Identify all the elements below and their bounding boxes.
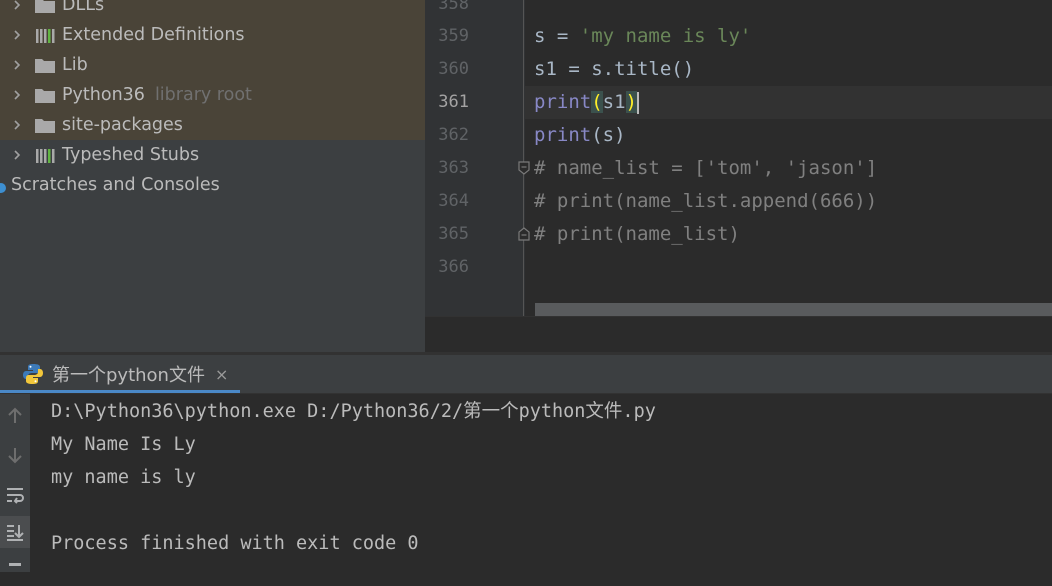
project-tree-panel: DLLs Extended Definitions Lib Python36 l… <box>0 0 425 352</box>
code-token: = <box>545 25 580 47</box>
folder-icon <box>35 0 55 13</box>
chevron-right-icon[interactable] <box>0 59 34 71</box>
tree-item-extended-definitions[interactable]: Extended Definitions <box>0 20 425 50</box>
tree-item-lib[interactable]: Lib <box>0 50 425 80</box>
code-string: 'my name is ly' <box>579 25 752 47</box>
code-keyword: print <box>534 124 592 146</box>
console-line-exit-status: Process finished with exit code 0 <box>51 533 419 554</box>
up-arrow-icon[interactable] <box>0 400 30 432</box>
line-number: 360 <box>438 59 469 79</box>
folder-icon <box>35 89 55 103</box>
print-icon[interactable] <box>0 554 30 586</box>
matched-brace: ) <box>625 91 637 113</box>
tree-item-dlls[interactable]: DLLs <box>0 0 425 20</box>
line-number: 363 <box>438 158 469 178</box>
folder-icon <box>35 59 55 73</box>
tree-item-scratches[interactable]: Scratches and Consoles <box>0 170 425 200</box>
code-editor[interactable]: 358 359 360 361 362 363 364 365 366 s = … <box>425 0 1052 316</box>
line-number: 366 <box>438 257 469 277</box>
code-line-359: s = 'my name is ly' <box>534 20 751 53</box>
chevron-right-icon[interactable] <box>0 119 34 131</box>
chevron-right-icon[interactable] <box>0 149 34 161</box>
active-tab-indicator <box>0 390 240 393</box>
run-panel-header: 第一个python文件 × <box>0 355 1052 394</box>
tree-item-python36[interactable]: Python36 library root <box>0 80 425 110</box>
line-number: 358 <box>438 0 469 14</box>
tree-item-label: Lib <box>62 55 88 75</box>
tree-item-label: Extended Definitions <box>62 25 245 45</box>
editor-bottom-area <box>425 316 1052 353</box>
tree-item-label: site-packages <box>62 115 183 135</box>
run-toolbar <box>0 394 30 572</box>
library-icon <box>36 149 55 163</box>
code-line-363: # name_list = ['tom', 'jason'] <box>534 157 878 179</box>
python-icon <box>23 364 43 384</box>
soft-wrap-icon[interactable] <box>0 479 30 511</box>
tree-item-label: Typeshed Stubs <box>62 145 200 165</box>
line-number-current: 361 <box>438 92 469 112</box>
run-console-output[interactable]: D:\Python36\python.exe D:/Python36/2/第一个… <box>30 394 1052 572</box>
fold-start-icon[interactable] <box>518 161 530 175</box>
code-token: s1 <box>602 91 626 113</box>
code-line-360: s1 = s.title() <box>534 58 695 80</box>
code-line-361: print(s1) <box>534 86 639 119</box>
line-number: 362 <box>438 125 469 145</box>
code-token: (s) <box>591 124 626 146</box>
tree-item-site-packages[interactable]: site-packages <box>0 110 425 140</box>
tree-item-label: Scratches and Consoles <box>11 175 220 195</box>
fold-end-icon[interactable] <box>518 227 530 241</box>
code-line-365: # print(name_list) <box>534 223 740 245</box>
line-number: 364 <box>438 191 469 211</box>
console-line: My Name Is Ly <box>51 434 196 455</box>
text-caret <box>637 91 639 114</box>
code-keyword: print <box>534 91 592 113</box>
gutter-separator <box>523 0 524 316</box>
close-icon[interactable]: × <box>215 365 228 384</box>
matched-brace: ( <box>591 91 603 113</box>
line-number: 359 <box>438 26 469 46</box>
library-icon <box>36 29 55 43</box>
code-token: s <box>534 25 546 47</box>
line-number-gutter: 358 359 360 361 362 363 364 365 366 <box>425 0 525 316</box>
run-tab[interactable]: 第一个python文件 × <box>0 355 240 393</box>
console-line: my name is ly <box>51 467 196 488</box>
tree-item-label: DLLs <box>62 0 105 15</box>
down-arrow-icon[interactable] <box>0 439 30 471</box>
tree-item-typeshed-stubs[interactable]: Typeshed Stubs <box>0 140 425 170</box>
horizontal-scrollbar[interactable] <box>535 303 1052 316</box>
chevron-right-icon[interactable] <box>0 89 34 101</box>
chevron-right-icon[interactable] <box>0 0 34 11</box>
run-tab-label: 第一个python文件 <box>52 365 205 386</box>
scratches-icon <box>0 183 6 193</box>
code-line-364: # print(name_list.append(666)) <box>534 190 878 212</box>
tree-item-label: Python36 <box>62 85 145 105</box>
folder-icon <box>35 119 55 133</box>
code-line-362: print(s) <box>534 119 626 152</box>
line-number: 365 <box>438 224 469 244</box>
console-line-command: D:\Python36\python.exe D:/Python36/2/第一个… <box>51 401 656 422</box>
library-root-hint: library root <box>154 85 252 105</box>
chevron-right-icon[interactable] <box>0 29 34 41</box>
scroll-to-end-icon[interactable] <box>0 516 30 548</box>
